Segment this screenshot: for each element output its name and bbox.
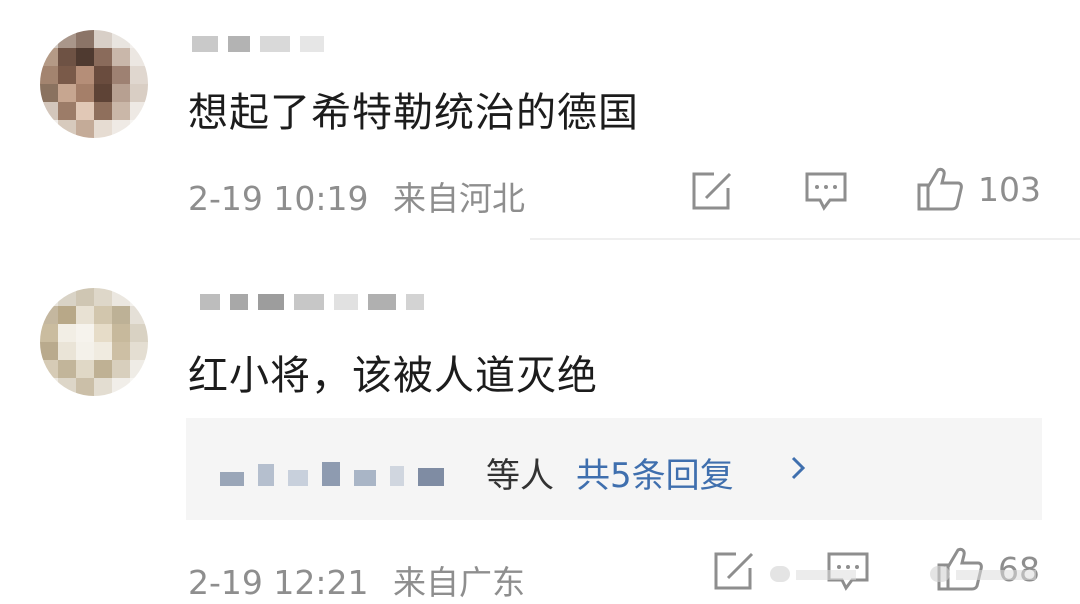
comment-location: 来自河北 (393, 179, 525, 218)
thumbs-up-icon (917, 167, 963, 211)
username[interactable] (200, 294, 424, 310)
view-replies-link[interactable]: 共5条回复 (576, 448, 734, 497)
share-button[interactable] (690, 170, 734, 212)
avatar[interactable] (40, 30, 148, 138)
comment-icon (805, 172, 847, 211)
like-button[interactable]: 103 (916, 166, 1041, 212)
share-button[interactable] (712, 550, 756, 592)
chevron-right-icon (791, 456, 806, 480)
share-icon (714, 552, 754, 590)
comment-meta: 2-19 10:19 来自河北 (188, 172, 525, 220)
share-icon (692, 172, 732, 210)
like-count: 103 (978, 169, 1041, 209)
comment-date: 2-19 12:21 (188, 563, 369, 602)
comment-text: 红小将，该被人道灭绝 (188, 353, 598, 399)
comment-date: 2-19 10:19 (188, 179, 369, 218)
comment-item: 想起了希特勒统治的德国 2-19 10:19 来自河北 103 (0, 0, 1080, 240)
reply-suffix: 等人 (486, 456, 554, 496)
replies-preview[interactable]: 等人 共5条回复 (186, 418, 1042, 520)
comment-text: 想起了希特勒统治的德国 (188, 90, 639, 136)
avatar[interactable] (40, 288, 148, 396)
comment-location: 来自广东 (393, 563, 525, 602)
watermark (770, 560, 860, 588)
username[interactable] (192, 36, 324, 52)
reply-usernames (220, 462, 444, 486)
comment-meta: 2-19 12:21 来自广东 (188, 556, 525, 604)
divider (530, 238, 1080, 240)
watermark (930, 560, 1040, 588)
comment-button[interactable] (804, 170, 848, 212)
